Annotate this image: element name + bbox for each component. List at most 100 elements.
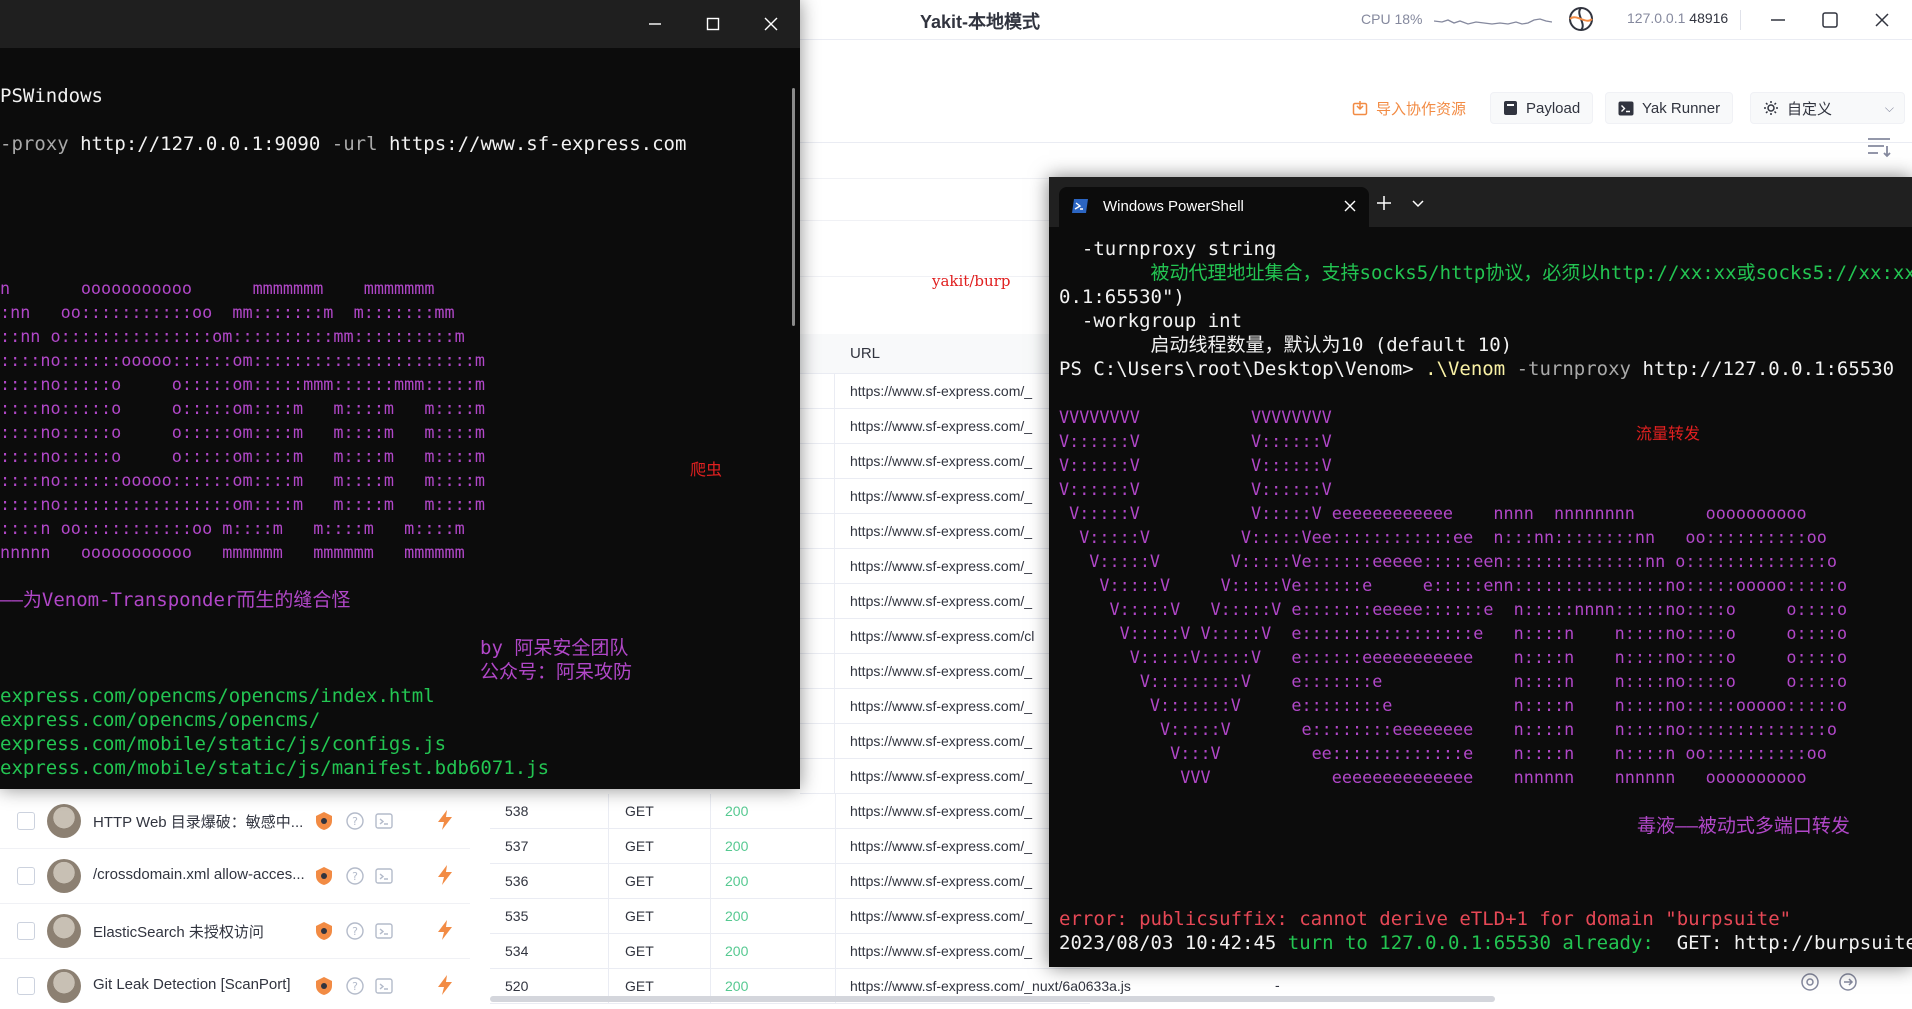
- table-row[interactable]: 534 GET 200 https://www.sf-express.com/_: [490, 934, 1090, 969]
- table-row[interactable]: https://www.sf-express.com/_: [800, 514, 1052, 549]
- plugin-checkbox[interactable]: [17, 867, 35, 885]
- plugin-item[interactable]: HTTP Web 目录爆破：敏感中... ?: [0, 794, 470, 849]
- chrome-icon[interactable]: [1800, 972, 1820, 992]
- table-row[interactable]: 537 GET 200 https://www.sf-express.com/_: [490, 829, 1090, 864]
- plugin-item[interactable]: /crossdomain.xml allow-acces... ?: [0, 849, 470, 904]
- plugin-item[interactable]: Git Leak Detection [ScanPort] ?: [0, 959, 470, 1009]
- url-cell: https://www.sf-express.com/_: [850, 488, 1033, 504]
- url-column-header[interactable]: URL: [850, 345, 880, 362]
- method-cell: GET: [625, 838, 654, 854]
- terminal-titlebar[interactable]: [0, 0, 800, 48]
- yak-runner-button[interactable]: Yak Runner: [1605, 92, 1734, 124]
- url-cell: https://www.sf-express.com/cl: [850, 628, 1035, 644]
- plugin-checkbox[interactable]: [17, 922, 35, 940]
- shield-badge-icon: [316, 867, 332, 885]
- ascii-art-banner: VVVVVVVV VVVVVVVV V::::::V V::::::V V:::…: [1059, 407, 1848, 787]
- payload-button[interactable]: Payload: [1490, 92, 1594, 124]
- table-row[interactable]: https://www.sf-express.com/cl: [800, 619, 1052, 654]
- payload-label: Payload: [1526, 99, 1581, 117]
- minimize-button[interactable]: [1758, 4, 1798, 36]
- banner-slogan: 毒液——被动式多端口转发: [1637, 815, 1850, 837]
- horizontal-scrollbar[interactable]: [490, 996, 1495, 1002]
- table-row[interactable]: 536 GET 200 https://www.sf-express.com/_: [490, 864, 1090, 899]
- maximize-button[interactable]: [690, 8, 736, 40]
- lightning-icon[interactable]: [435, 809, 455, 831]
- lightning-icon[interactable]: [435, 864, 455, 886]
- cpu-sparkline-icon: [1434, 18, 1553, 25]
- url-cell: https://www.sf-express.com/_: [850, 593, 1033, 609]
- help-icon[interactable]: ?: [345, 976, 365, 996]
- arrow-right-circle-icon[interactable]: [1838, 972, 1858, 992]
- url-cell: https://www.sf-express.com/_: [850, 418, 1033, 434]
- svg-text:?: ?: [352, 925, 358, 938]
- window-title: Yakit-本地模式: [920, 12, 1041, 32]
- close-button[interactable]: [748, 8, 794, 40]
- import-label: 导入协作资源: [1376, 100, 1467, 118]
- help-icon[interactable]: ?: [345, 921, 365, 941]
- import-collab-resources-button[interactable]: 导入协作资源: [1340, 92, 1478, 124]
- table-row[interactable]: https://www.sf-express.com/_: [800, 549, 1052, 584]
- crawled-url: express.com/mobile/static/js/configs.js: [0, 733, 447, 755]
- command-value: http://127.0.0.1:65530: [1642, 358, 1895, 380]
- url-cell: https://www.sf-express.com/_: [850, 523, 1033, 539]
- table-row[interactable]: 535 GET 200 https://www.sf-express.com/_: [490, 899, 1090, 934]
- cpu-label: CPU: [1361, 11, 1391, 27]
- sort-icon[interactable]: [1866, 136, 1892, 158]
- chevron-down-icon[interactable]: [1411, 197, 1425, 209]
- lightning-icon[interactable]: [435, 919, 455, 941]
- status-cell: 200: [725, 908, 749, 924]
- custom-label: 自定义: [1787, 100, 1833, 118]
- table-row[interactable]: https://www.sf-express.com/_: [800, 444, 1052, 479]
- code-icon[interactable]: [374, 921, 394, 941]
- plugin-item[interactable]: ElasticSearch 未授权访问 ?: [0, 904, 470, 959]
- lightning-icon[interactable]: [435, 974, 455, 996]
- table-row[interactable]: https://www.sf-express.com/_: [800, 689, 1052, 724]
- custom-dropdown[interactable]: 自定义 ⌵: [1750, 92, 1905, 124]
- maximize-icon: [1822, 12, 1838, 28]
- minimize-button[interactable]: [632, 8, 678, 40]
- help-icon[interactable]: ?: [345, 866, 365, 886]
- powershell-icon: [1072, 199, 1088, 213]
- help-icon[interactable]: ?: [345, 811, 365, 831]
- status-cell: 200: [725, 943, 749, 959]
- table-row[interactable]: https://www.sf-express.com/_: [800, 584, 1052, 619]
- command-flag: -turnproxy: [1516, 358, 1631, 380]
- url-cell: https://www.sf-express.com/_nuxt/6a0633a…: [850, 978, 1131, 994]
- terminal-titlebar[interactable]: Windows PowerShell: [1049, 177, 1912, 227]
- vertical-scrollbar[interactable]: [792, 88, 795, 326]
- status-cell: 200: [725, 873, 749, 889]
- table-row[interactable]: 538 GET 200 https://www.sf-express.com/_: [490, 794, 1090, 829]
- table-row[interactable]: https://www.sf-express.com/_: [800, 759, 1052, 794]
- powershell-window[interactable]: Windows PowerShell -turnproxy string 被动代…: [1049, 177, 1912, 967]
- log-line: 2023/08/03 10:42:45 turn to 127.0.0.1:65…: [1059, 931, 1912, 955]
- annotation-crawler: 爬虫: [690, 460, 723, 479]
- url-cell: https://www.sf-express.com/_: [850, 908, 1033, 924]
- close-button[interactable]: [1862, 4, 1902, 36]
- table-row[interactable]: https://www.sf-express.com/_: [800, 409, 1052, 444]
- plugin-checkbox[interactable]: [17, 812, 35, 830]
- maximize-button[interactable]: [1810, 4, 1850, 36]
- close-icon: [1875, 13, 1889, 27]
- crawled-url: express.com/opencms/opencms/: [0, 709, 321, 731]
- help-line: 启动线程数量，默认为10 (default 10): [1059, 334, 1513, 356]
- yak-engine-icon[interactable]: [1568, 6, 1594, 32]
- plugin-name: /crossdomain.xml allow-acces...: [93, 866, 305, 883]
- table-row[interactable]: https://www.sf-express.com/_: [800, 374, 1052, 409]
- svg-text:?: ?: [352, 980, 358, 993]
- url-cell: https://www.sf-express.com/_: [850, 663, 1033, 679]
- engine-host: 127.0.0.1: [1627, 10, 1686, 26]
- avatar: [47, 804, 81, 838]
- section-divider: [800, 142, 1912, 143]
- plugin-checkbox[interactable]: [17, 977, 35, 995]
- code-icon[interactable]: [374, 866, 394, 886]
- table-row[interactable]: https://www.sf-express.com/_: [800, 724, 1052, 759]
- code-icon[interactable]: [374, 811, 394, 831]
- table-row[interactable]: https://www.sf-express.com/_: [800, 654, 1052, 689]
- crawler-terminal-window[interactable]: PSWindows -proxy http://127.0.0.1:9090 -…: [0, 0, 800, 789]
- tab-windows-powershell[interactable]: Windows PowerShell: [1059, 187, 1369, 227]
- code-icon[interactable]: [374, 976, 394, 996]
- new-tab-icon[interactable]: [1376, 195, 1392, 211]
- command-exe: .\Venom: [1425, 358, 1506, 380]
- close-tab-icon[interactable]: [1341, 197, 1359, 215]
- table-row[interactable]: https://www.sf-express.com/_: [800, 479, 1052, 514]
